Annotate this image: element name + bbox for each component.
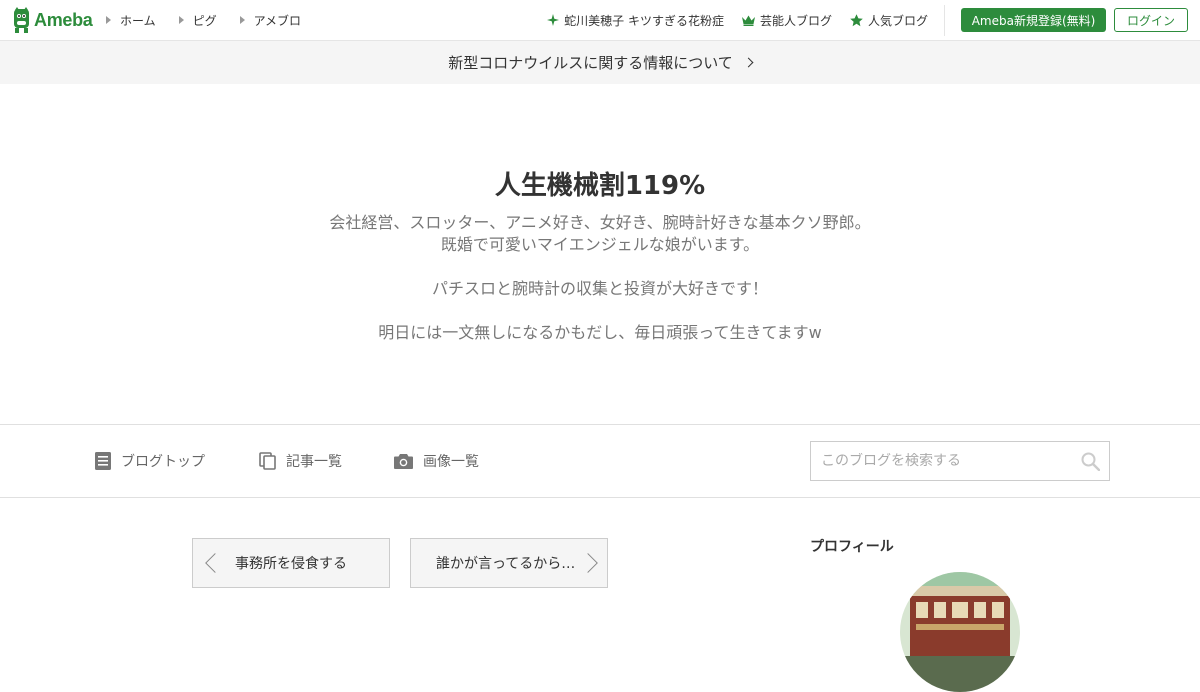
popular-blog-label: 人気ブログ <box>867 13 928 28</box>
blog-description: 会社経営、スロッター、アニメ好き、女好き、腕時計好きな基本クソ野郎。 既婚で可愛… <box>0 212 1200 344</box>
global-nav: ホーム ピグ アメブロ <box>106 0 324 40</box>
tab-article-list-label: 記事一覧 <box>286 454 342 470</box>
description-line: パチスロと腕時計の収集と投資が大好きです！ <box>431 279 768 298</box>
blog-title[interactable]: 人生機械割119% <box>0 165 1200 202</box>
description-line: 既婚で可愛いマイエンジェルな娘がいます。 <box>440 235 760 254</box>
next-article-button[interactable]: 誰かが言ってるから… <box>410 538 608 588</box>
celebrity-blog-link[interactable]: 芸能人ブログ <box>741 12 832 29</box>
nav-pigg-link[interactable]: ピグ <box>178 12 217 29</box>
nav-home-link[interactable]: ホーム <box>106 12 156 29</box>
covid-info-text: 新型コロナウイルスに関する情報について <box>448 54 733 72</box>
star-icon <box>850 13 863 27</box>
tab-image-list[interactable]: 画像一覧 <box>394 425 479 497</box>
camera-icon <box>394 453 413 469</box>
profile-heading: プロフィール <box>810 539 894 555</box>
prev-article-button[interactable]: 事務所を侵食する <box>192 538 390 588</box>
sparkle-icon <box>547 14 560 26</box>
ameba-mascot-icon <box>14 7 29 33</box>
description-line: 会社経営、スロッター、アニメ好き、女好き、腕時計好きな基本クソ野郎。 <box>329 213 871 232</box>
covid-info-banner[interactable]: 新型コロナウイルスに関する情報について <box>0 41 1200 84</box>
chevron-left-icon <box>205 553 225 573</box>
nav-ameblo-link[interactable]: アメブロ <box>239 12 302 29</box>
triangle-right-icon <box>178 16 184 24</box>
description-line: 明日には一文無しになるかもだし、毎日頑張って生きてますw <box>378 323 822 342</box>
tab-article-list[interactable]: 記事一覧 <box>259 425 342 497</box>
login-button[interactable]: ログイン <box>1114 8 1188 32</box>
featured-links: 蛇川美穂子 キツすぎる花粉症 芸能人ブログ 人気ブログ <box>529 0 928 40</box>
celebrity-blog-label: 芸能人ブログ <box>759 13 832 28</box>
next-article-label: 誰かが言ってるから… <box>436 556 576 572</box>
tab-blog-top-label: ブログトップ <box>121 454 205 470</box>
register-button[interactable]: Ameba新規登録(無料) <box>961 8 1106 32</box>
logo-text: Ameba <box>34 9 93 30</box>
nav-pigg-label: ピグ <box>192 13 217 28</box>
chevron-right-icon <box>743 57 754 68</box>
ameba-logo[interactable]: Ameba <box>12 7 93 33</box>
chevron-right-icon <box>578 553 598 573</box>
document-icon <box>95 452 111 470</box>
blog-menu-bar: ブログトップ 記事一覧 画像一覧 <box>0 424 1200 498</box>
blog-search-box <box>810 441 1110 481</box>
popular-blog-link[interactable]: 人気ブログ <box>850 12 928 29</box>
blog-search-input[interactable] <box>821 453 1071 469</box>
prev-article-label: 事務所を侵食する <box>235 556 347 572</box>
tab-image-list-label: 画像一覧 <box>423 454 479 470</box>
nav-divider <box>944 5 945 36</box>
search-icon[interactable] <box>1081 452 1101 475</box>
nav-home-label: ホーム <box>120 13 156 28</box>
tab-blog-top[interactable]: ブログトップ <box>95 425 205 497</box>
trending-topic-label: 蛇川美穂子 キツすぎる花粉症 <box>564 13 724 28</box>
triangle-right-icon <box>239 16 245 24</box>
trending-topic-link[interactable]: 蛇川美穂子 キツすぎる花粉症 <box>547 12 724 29</box>
triangle-right-icon <box>106 16 111 24</box>
copy-icon <box>259 452 276 470</box>
crown-icon <box>741 15 755 26</box>
top-navigation: Ameba ホーム ピグ アメブロ 蛇川美穂子 キツすぎる花粉症 芸能人ブログ … <box>0 0 1200 41</box>
nav-ameblo-label: アメブロ <box>253 13 302 28</box>
profile-avatar[interactable] <box>900 572 1020 692</box>
